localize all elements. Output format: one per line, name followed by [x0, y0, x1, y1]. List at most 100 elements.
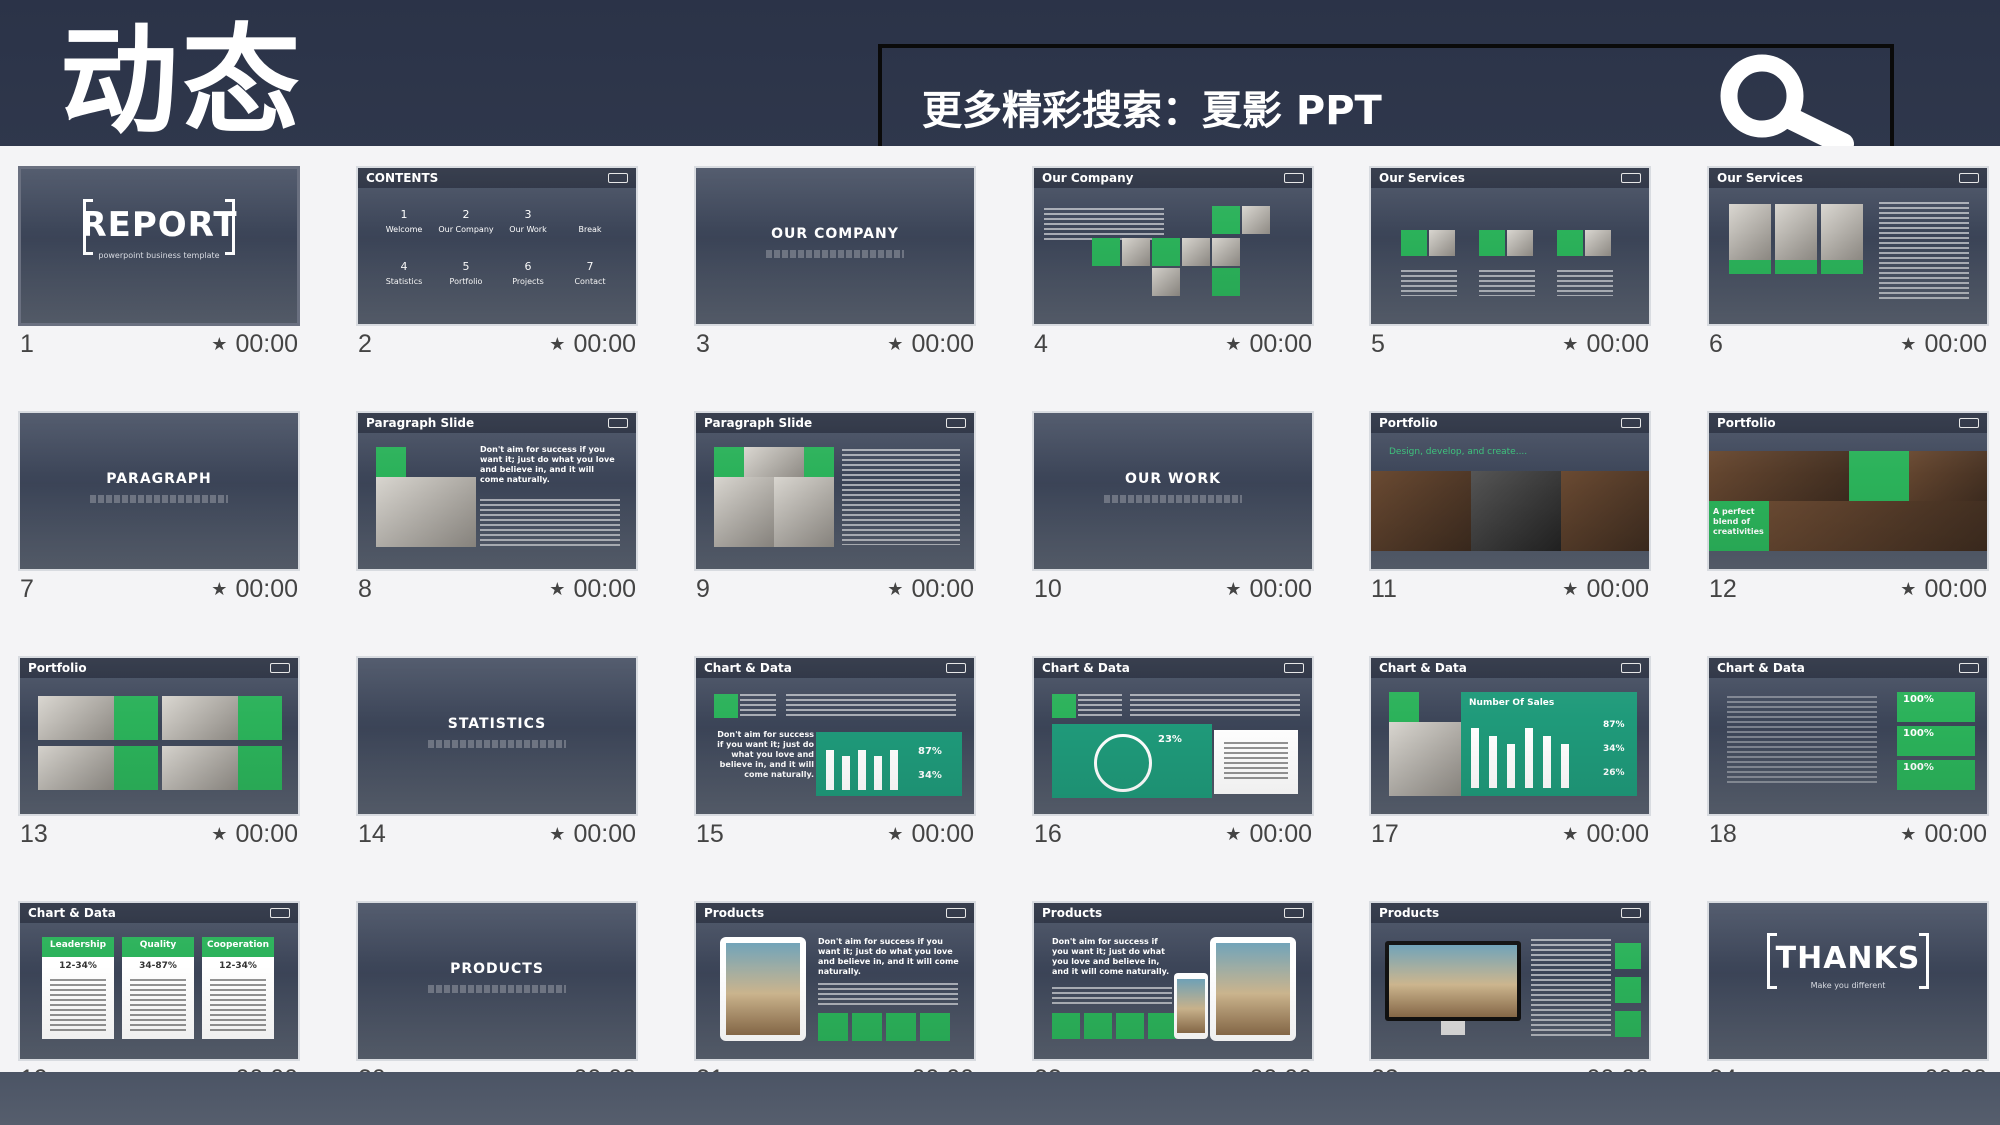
slide-item[interactable]: Paragraph Slide Don't aim for success if … — [356, 411, 638, 611]
slide-thumbnail[interactable]: REPORT powerpoint business template — [18, 166, 300, 326]
green-tile — [886, 1013, 916, 1041]
slide-item[interactable]: REPORT powerpoint business template 1 ★ 00:0… — [18, 166, 300, 366]
slide-item[interactable]: PARAGRAPH 7 ★ 00:00 — [18, 411, 300, 611]
green-tile — [920, 1013, 950, 1041]
slide-thumbnail[interactable]: STATISTICS — [356, 656, 638, 816]
slide-header-text: Our Services — [1717, 171, 1803, 185]
photo-tile — [1122, 238, 1150, 266]
slide-time-value: 00:00 — [1249, 330, 1312, 358]
chart-title: Number Of Sales — [1469, 698, 1555, 708]
slide-thumbnail[interactable]: Chart & Data Leadership 12-34% Quality 34-87… — [18, 901, 300, 1061]
chart-percent: 100% — [1903, 694, 1934, 705]
slide-number: 14 — [358, 820, 386, 848]
slide-thumbnail[interactable]: Products — [1369, 901, 1651, 1061]
search-banner[interactable]: 更多精彩搜索：夏影 PPT — [878, 44, 1894, 156]
slide-item[interactable]: OUR WORK 10 ★ 00:00 — [1032, 411, 1314, 611]
chart-percent: 87% — [918, 746, 942, 757]
photo-tile — [162, 746, 238, 790]
chart-bar — [1489, 736, 1497, 788]
slide-thumbnail[interactable]: PRODUCTS — [356, 901, 638, 1061]
slide-thumbnail[interactable]: Products Don't aim for success if you wan… — [1032, 901, 1314, 1061]
pricing-column-title: Cooperation — [206, 940, 269, 950]
photo-tile — [1909, 451, 1987, 501]
photo-tile — [1471, 471, 1561, 551]
chart-bar — [1471, 728, 1479, 788]
magnifier-icon[interactable] — [1710, 48, 1860, 156]
green-tile — [1401, 230, 1427, 256]
slide-item[interactable]: Chart & Data Leadership 12-34% Quality 34-87… — [18, 901, 300, 1072]
slide-thumbnail[interactable]: Chart & Data 23% — [1032, 656, 1314, 816]
slide-thumbnail[interactable]: THANKS Make you different — [1707, 901, 1989, 1061]
chart-bar — [1543, 736, 1551, 788]
slide-header-text: Chart & Data — [1379, 661, 1467, 675]
slide-item[interactable]: Chart & Data 23% 16 ★ 00:00 — [1032, 656, 1314, 856]
slide-logo-icon — [946, 908, 966, 918]
slide-item[interactable]: STATISTICS 14 ★ 00:00 — [356, 656, 638, 856]
slide-thumbnail[interactable]: Our Services — [1707, 166, 1989, 326]
pricing-value: 12-34% — [59, 961, 97, 971]
slide-header-text: Portfolio — [1717, 416, 1776, 430]
slide-logo-icon — [1621, 173, 1641, 183]
slide-tagline: Make you different — [1810, 981, 1886, 990]
slide-item[interactable]: PRODUCTS 20 ★00:00 — [356, 901, 638, 1072]
chart-percent: 100% — [1903, 728, 1934, 739]
slide-timing: ★ 00:00 — [1225, 575, 1312, 604]
slide-item[interactable]: Chart & Data 100% 100% 100% 18 ★ 00:00 — [1707, 656, 1989, 856]
photo-tile — [1389, 722, 1461, 796]
slide-thumbnail[interactable]: Our Services — [1369, 166, 1651, 326]
slide-thumbnail[interactable]: Chart & Data Number Of Sales 87% 34% 26% — [1369, 656, 1651, 816]
slide-item[interactable]: Products Don't aim for success if you wan… — [694, 901, 976, 1072]
green-tile — [1615, 977, 1641, 1003]
slide-time-value: 00:00 — [573, 820, 636, 848]
slide-thumbnail[interactable]: Chart & Data 100% 100% 100% — [1707, 656, 1989, 816]
slide-item[interactable]: Paragraph Slide 9 ★ 00:00 — [694, 411, 976, 611]
chart-bar — [842, 756, 850, 790]
slide-item[interactable]: Our Company 4 ★ 00:00 — [1032, 166, 1314, 366]
slide-item[interactable]: Chart & Data Don't aim for success if you… — [694, 656, 976, 856]
slide-section-title: PRODUCTS — [450, 961, 544, 977]
star-icon: ★ — [1225, 334, 1242, 354]
slide-item[interactable]: Our Services 5 ★ 00:00 — [1369, 166, 1651, 366]
slide-thumbnail[interactable]: Paragraph Slide — [694, 411, 976, 571]
slide-thumbnail[interactable]: Portfolio A perfect blend of creativities — [1707, 411, 1989, 571]
slide-item[interactable]: Our Services 6 ★ 00:00 — [1707, 166, 1989, 366]
text-block — [1044, 208, 1164, 242]
slide-item[interactable]: Products Don't aim for success if you wan… — [1032, 901, 1314, 1072]
slide-item[interactable]: Portfolio A perfect blend of creativities… — [1707, 411, 1989, 611]
slide-item[interactable]: OUR COMPANY 3 ★ 00:00 — [694, 166, 976, 366]
slide-time-value: 00:00 — [1249, 1065, 1312, 1072]
slide-thumbnail[interactable]: CONTENTS 1 Welcome 2 Our Company 3 Our Work Bre… — [356, 166, 638, 326]
slide-thumbnail[interactable]: Portfolio — [18, 656, 300, 816]
slide-time-value: 00:00 — [1924, 1065, 1987, 1072]
slide-item[interactable]: Portfolio Design, develop, and create....… — [1369, 411, 1651, 611]
slide-time-value: 00:00 — [235, 330, 298, 358]
pie-chart — [1094, 734, 1152, 792]
slide-time-value: 00:00 — [911, 575, 974, 603]
chart-bar — [874, 756, 882, 790]
slide-logo-icon — [1621, 908, 1641, 918]
slide-thumbnail[interactable]: Chart & Data Don't aim for success if you… — [694, 656, 976, 816]
slide-item[interactable]: Products 23 ★00:00 — [1369, 901, 1651, 1072]
slide-timing: ★ 00:00 — [1900, 575, 1987, 604]
slide-number: 19 — [20, 1065, 48, 1072]
paragraph-lead: Don't aim for success if you want it; ju… — [818, 937, 959, 976]
slide-thumbnail[interactable]: OUR WORK — [1032, 411, 1314, 571]
slide-thumbnail[interactable]: PARAGRAPH — [18, 411, 300, 571]
slide-timing: ★ 00:00 — [1900, 330, 1987, 359]
slide-thumbnail[interactable]: Our Company — [1032, 166, 1314, 326]
slide-thumbnail[interactable]: Portfolio Design, develop, and create.... — [1369, 411, 1651, 571]
slide-header-text: Paragraph Slide — [366, 416, 475, 430]
slide-item[interactable]: THANKS Make you different 24 ★00:00 — [1707, 901, 1989, 1072]
slide-item[interactable]: Chart & Data Number Of Sales 87% 34% 26% 17 ★ 0… — [1369, 656, 1651, 856]
slide-thumbnail[interactable]: Products Don't aim for success if you wan… — [694, 901, 976, 1061]
slide-item[interactable]: Portfolio 13 ★ 00:00 — [18, 656, 300, 856]
slide-thumbnail[interactable]: Paragraph Slide Don't aim for success if … — [356, 411, 638, 571]
slide-thumbnail[interactable]: OUR COMPANY — [694, 166, 976, 326]
slide-logo-icon — [608, 173, 628, 183]
star-icon: ★ — [1900, 579, 1917, 599]
slide-header-text: Paragraph Slide — [704, 416, 813, 430]
slide-header-text: Chart & Data — [1042, 661, 1130, 675]
chart-percent: 100% — [1903, 762, 1934, 773]
photo-tile — [1821, 204, 1863, 260]
slide-item[interactable]: CONTENTS 1 Welcome 2 Our Company 3 Our Work Bre… — [356, 166, 638, 366]
